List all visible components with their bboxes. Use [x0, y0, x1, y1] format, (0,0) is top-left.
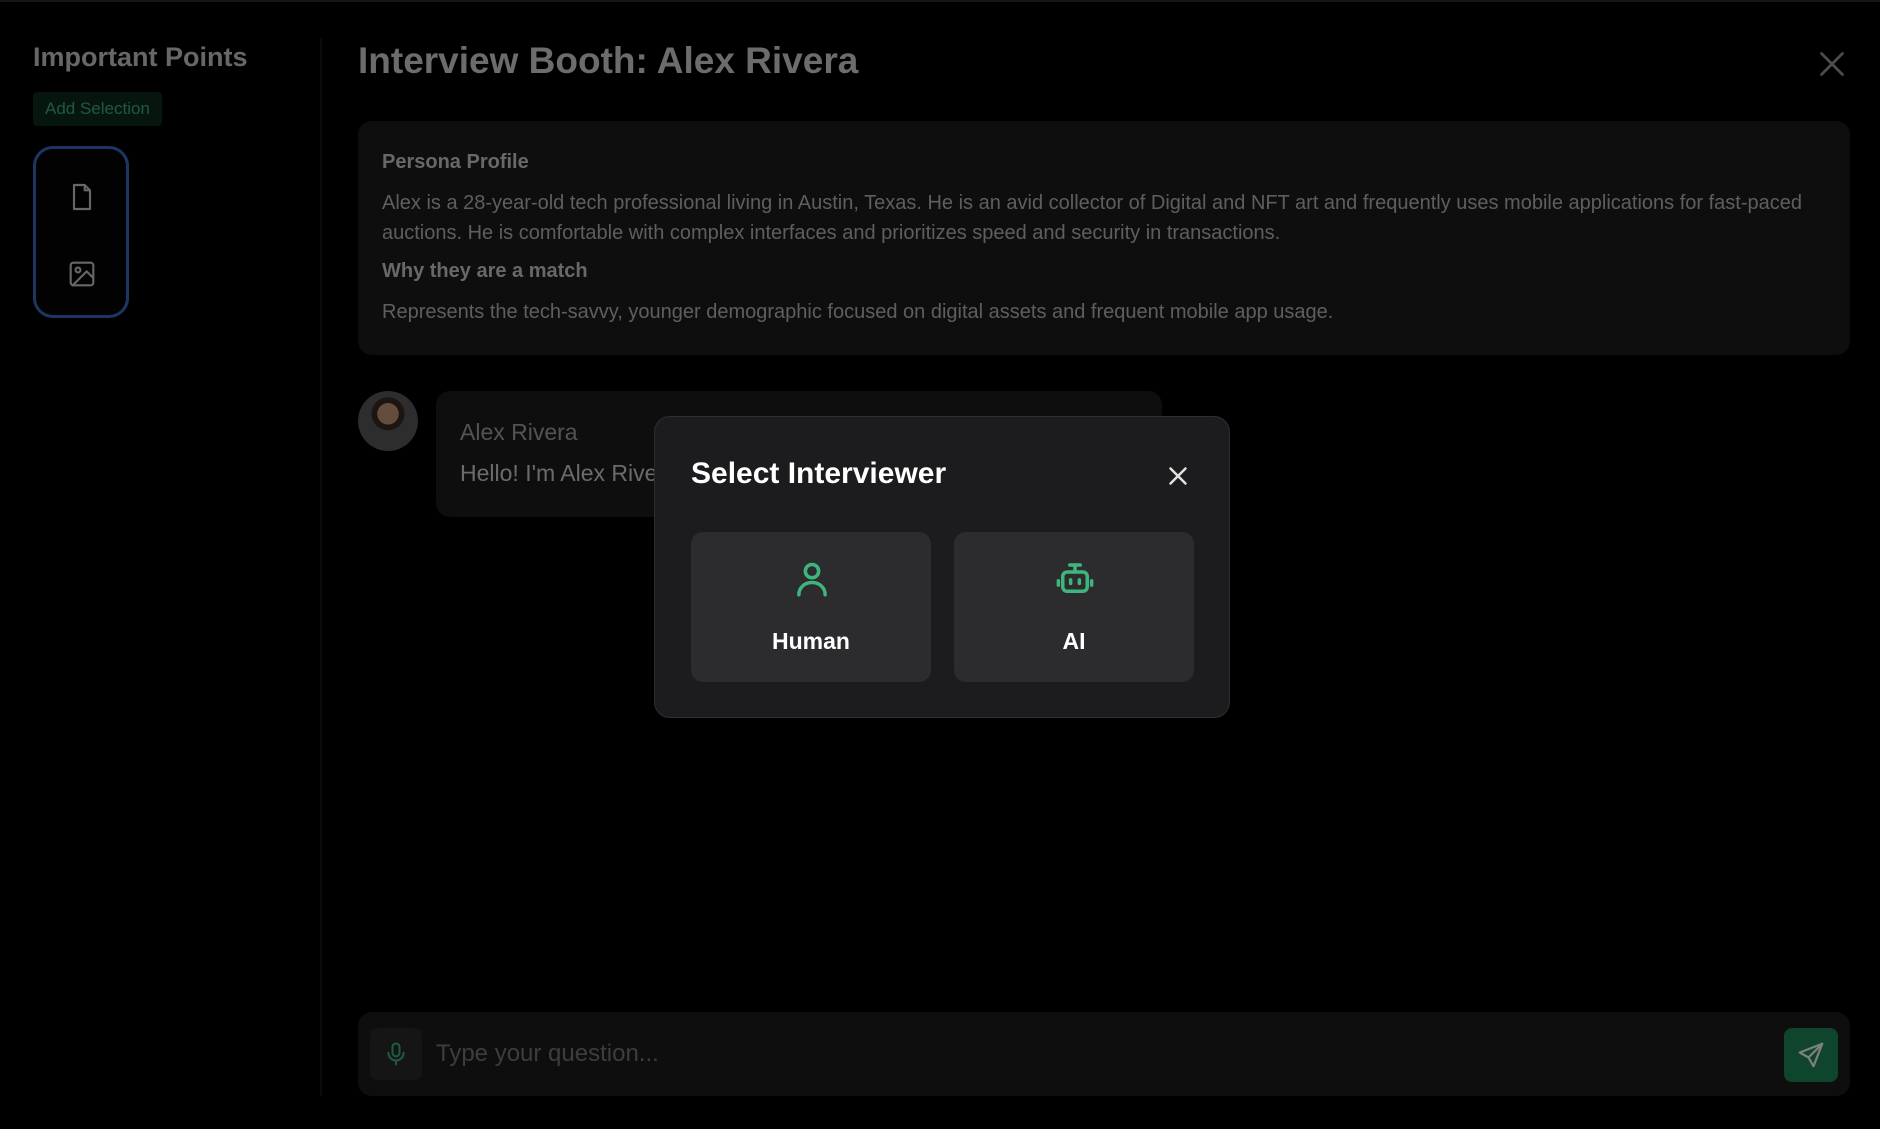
human-option-label: Human	[772, 628, 850, 654]
ai-option-label: AI	[1062, 628, 1086, 654]
dialog-close-button[interactable]	[1163, 461, 1193, 491]
close-icon	[1169, 467, 1187, 485]
ai-interviewer-option[interactable]: AI	[954, 532, 1194, 682]
select-interviewer-dialog: Select Interviewer Human AI	[654, 416, 1230, 718]
user-icon	[797, 562, 827, 597]
dialog-title: Select Interviewer	[691, 457, 947, 490]
robot-icon	[1056, 563, 1094, 593]
human-interviewer-option[interactable]: Human	[691, 532, 931, 682]
